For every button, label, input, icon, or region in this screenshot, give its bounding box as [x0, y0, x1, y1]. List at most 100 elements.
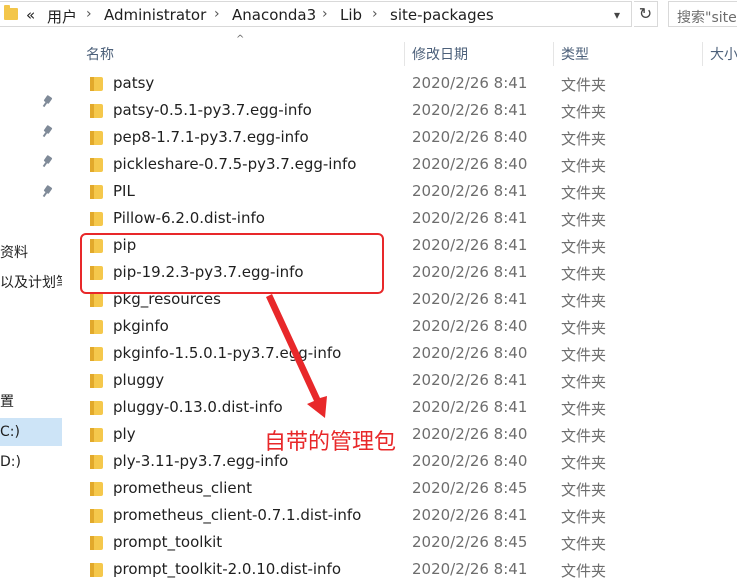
file-date-modified: 2020/2/26 8:41 [412, 371, 528, 389]
column-header-type[interactable]: 类型 [561, 44, 589, 64]
breadcrumb-administrator[interactable]: Administrator [104, 6, 206, 24]
breadcrumb-anaconda3[interactable]: Anaconda3 [232, 6, 316, 24]
file-row[interactable]: pickleshare-0.7.5-py3.7.egg-info 2020/2/2… [62, 151, 737, 178]
breadcrumb-users[interactable]: 用户 [47, 6, 77, 27]
file-row[interactable]: pluggy-0.13.0.dist-info 2020/2/26 8:41 文件夹 [62, 394, 737, 421]
file-name: Pillow-6.2.0.dist-info [113, 209, 265, 227]
file-name: pep8-1.7.1-py3.7.egg-info [113, 128, 309, 146]
file-date-modified: 2020/2/26 8:45 [412, 533, 528, 551]
file-type: 文件夹 [561, 562, 607, 578]
file-type: 文件夹 [561, 184, 607, 202]
file-row[interactable]: pkginfo 2020/2/26 8:40 文件夹 [62, 313, 737, 340]
breadcrumb-separator[interactable]: › [322, 6, 328, 22]
column-divider[interactable] [553, 42, 554, 66]
file-row[interactable]: Pillow-6.2.0.dist-info 2020/2/26 8:41 文件夹 [62, 205, 737, 232]
chevron-down-icon[interactable]: ▾ [614, 8, 620, 22]
file-date-modified: 2020/2/26 8:45 [412, 479, 528, 497]
file-date-modified: 2020/2/26 8:40 [412, 155, 528, 173]
nav-item-drive-d[interactable]: D:) [0, 448, 62, 476]
nav-item-materials[interactable]: 资料 [0, 239, 62, 267]
file-date-modified: 2020/2/26 8:40 [412, 317, 528, 335]
address-box[interactable]: « 用户 › Administrator › Anaconda3 › Lib ›… [0, 1, 632, 27]
file-name: prometheus_client [113, 479, 253, 497]
annotation-label: 自带的管理包 [264, 430, 397, 455]
file-type: 文件夹 [561, 535, 607, 553]
file-row[interactable]: prometheus_client 2020/2/26 8:45 文件夹 [62, 475, 737, 502]
pin-icon[interactable] [43, 186, 53, 198]
file-type: 文件夹 [561, 319, 607, 337]
file-date-modified: 2020/2/26 8:40 [412, 452, 528, 470]
address-bar: « 用户 › Administrator › Anaconda3 › Lib ›… [0, 0, 737, 28]
search-placeholder: 搜索"site [677, 10, 737, 26]
file-row[interactable]: pep8-1.7.1-py3.7.egg-info 2020/2/26 8:40 文… [62, 124, 737, 151]
breadcrumb-separator[interactable]: › [214, 6, 220, 22]
nav-item-settings[interactable]: 置 [0, 388, 62, 416]
breadcrumb-separator[interactable]: › [86, 6, 92, 22]
breadcrumb-separator[interactable]: › [372, 6, 378, 22]
folder-icon [90, 293, 103, 307]
file-name: prometheus_client-0.7.1.dist-info [113, 506, 362, 524]
nav-item-plans[interactable]: 以及计划笔 [0, 269, 62, 297]
file-row[interactable]: prometheus_client-0.7.1.dist-info 2020/2/… [62, 502, 737, 529]
folder-icon [90, 509, 103, 523]
file-name: pickleshare-0.7.5-py3.7.egg-info [113, 155, 357, 173]
file-name: pluggy [113, 371, 165, 389]
folder-icon [90, 455, 103, 469]
file-row[interactable]: prompt_toolkit-2.0.10.dist-info 2020/2/26… [62, 556, 737, 578]
folder-icon [90, 104, 103, 118]
file-date-modified: 2020/2/26 8:40 [412, 128, 528, 146]
file-name: prompt_toolkit [113, 533, 223, 551]
breadcrumb-lib[interactable]: Lib [340, 6, 362, 24]
pin-icon[interactable] [43, 126, 53, 138]
file-date-modified: 2020/2/26 8:41 [412, 506, 528, 524]
pin-icon[interactable] [43, 96, 53, 108]
folder-icon [90, 536, 103, 550]
file-type: 文件夹 [561, 427, 607, 445]
folder-icon [90, 374, 103, 388]
file-row[interactable]: patsy 2020/2/26 8:41 文件夹 [62, 70, 737, 97]
file-row[interactable]: pluggy 2020/2/26 8:41 文件夹 [62, 367, 737, 394]
file-type: 文件夹 [561, 373, 607, 391]
pin-icon[interactable] [43, 156, 53, 168]
folder-icon [90, 212, 103, 226]
sort-ascending-icon: ^ [236, 34, 245, 45]
file-row[interactable]: patsy-0.5.1-py3.7.egg-info 2020/2/26 8:41… [62, 97, 737, 124]
file-date-modified: 2020/2/26 8:40 [412, 425, 528, 443]
file-date-modified: 2020/2/26 8:41 [412, 290, 528, 308]
highlight-box [80, 233, 384, 294]
file-name: pkginfo-1.5.0.1-py3.7.egg-info [113, 344, 342, 362]
search-input[interactable]: 搜索"site [668, 1, 737, 27]
folder-icon [4, 5, 18, 20]
column-divider[interactable] [404, 42, 405, 66]
folder-icon [90, 401, 103, 415]
file-name: ply-3.11-py3.7.egg-info [113, 452, 289, 470]
breadcrumb-overflow[interactable]: « [26, 6, 35, 24]
folder-icon [90, 482, 103, 496]
file-type: 文件夹 [561, 292, 607, 310]
file-type: 文件夹 [561, 400, 607, 418]
file-row[interactable]: ply-3.11-py3.7.egg-info 2020/2/26 8:40 文件夹 [62, 448, 737, 475]
breadcrumb-site-packages[interactable]: site-packages [390, 6, 494, 24]
column-divider[interactable] [702, 42, 703, 66]
file-type: 文件夹 [561, 211, 607, 229]
file-date-modified: 2020/2/26 8:41 [412, 398, 528, 416]
file-name: PIL [113, 182, 135, 200]
nav-item-drive-c[interactable]: C:) [0, 418, 62, 446]
column-header-size[interactable]: 大小 [710, 44, 737, 64]
file-row[interactable]: prompt_toolkit 2020/2/26 8:45 文件夹 [62, 529, 737, 556]
file-type: 文件夹 [561, 76, 607, 94]
column-header-name[interactable]: 名称 [86, 44, 114, 64]
file-row[interactable]: pkginfo-1.5.0.1-py3.7.egg-info 2020/2/26 … [62, 340, 737, 367]
file-row[interactable]: ply 2020/2/26 8:40 文件夹 [62, 421, 737, 448]
file-date-modified: 2020/2/26 8:41 [412, 560, 528, 578]
file-type: 文件夹 [561, 454, 607, 472]
refresh-icon[interactable]: ↻ [634, 1, 658, 27]
file-type: 文件夹 [561, 103, 607, 121]
column-header-date-modified[interactable]: 修改日期 [412, 44, 468, 64]
folder-icon [90, 320, 103, 334]
folder-icon [90, 131, 103, 145]
file-type: 文件夹 [561, 157, 607, 175]
file-name: patsy [113, 74, 155, 92]
file-date-modified: 2020/2/26 8:41 [412, 209, 528, 227]
file-row[interactable]: PIL 2020/2/26 8:41 文件夹 [62, 178, 737, 205]
